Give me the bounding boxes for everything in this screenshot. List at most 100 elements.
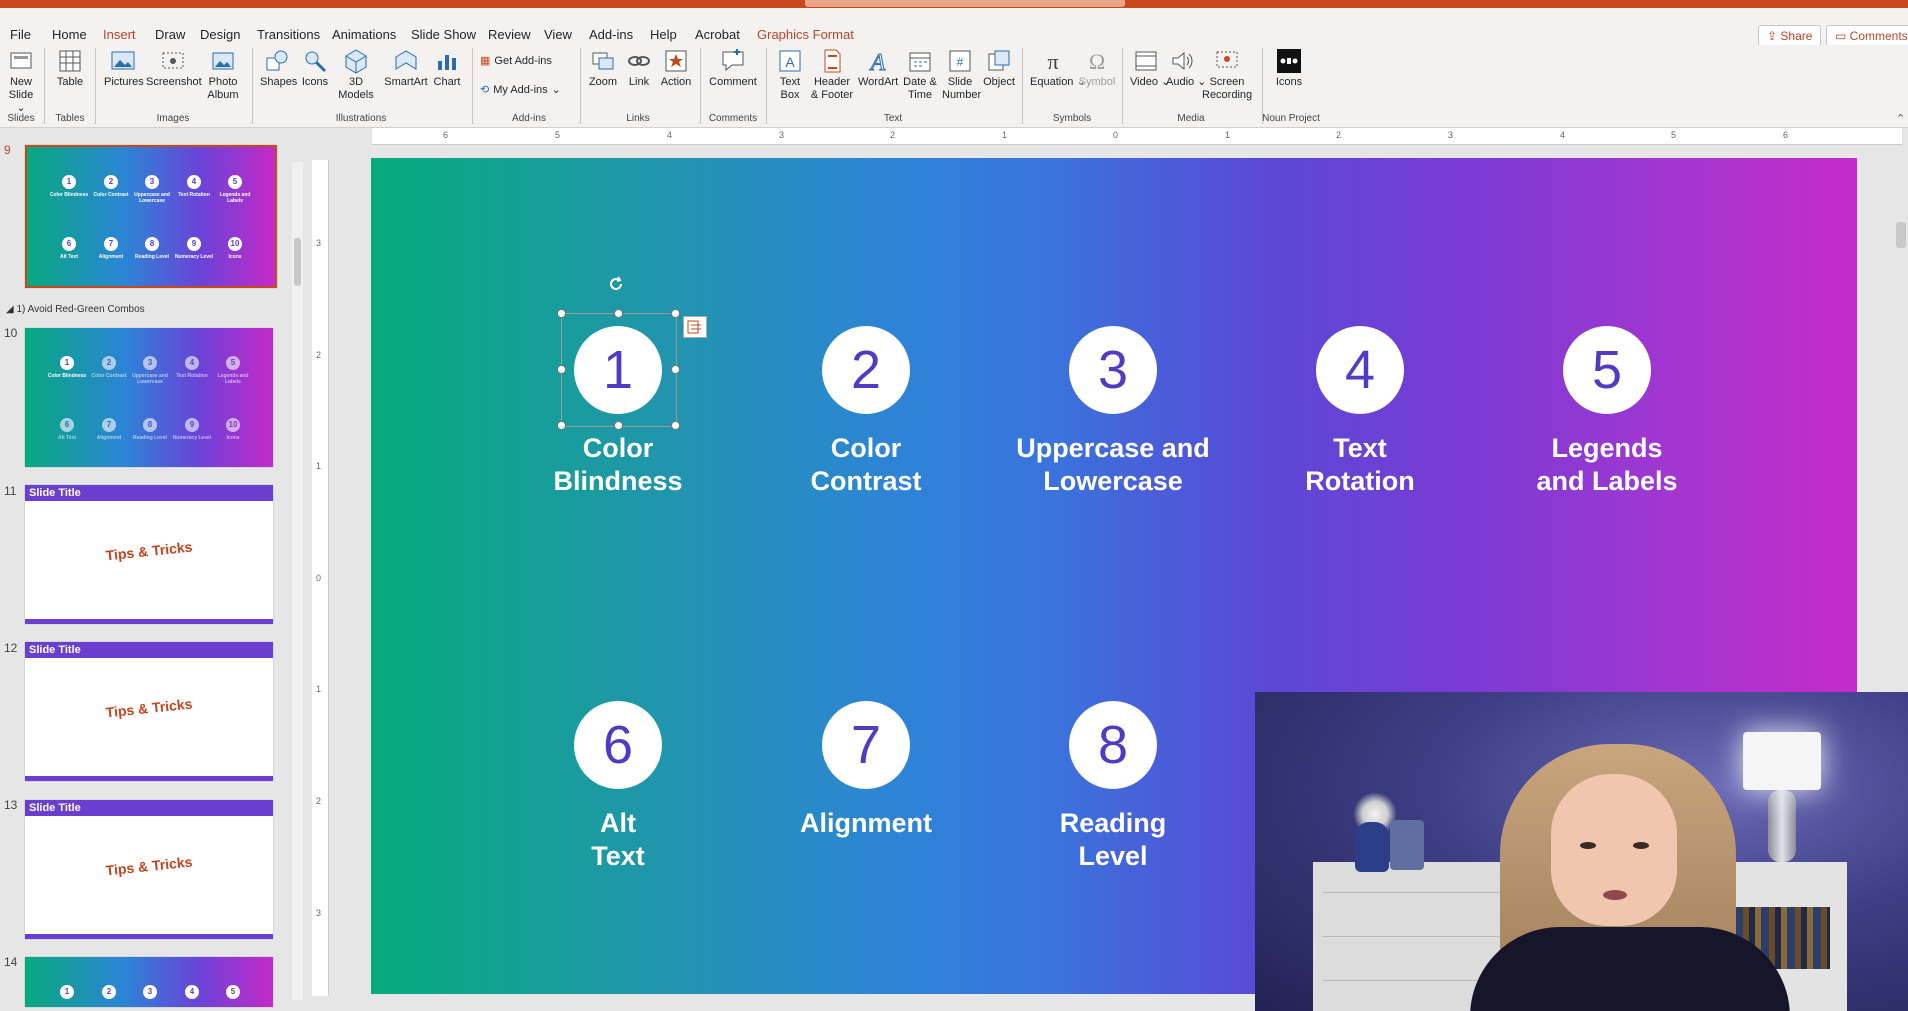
tab-animations[interactable]: Animations bbox=[332, 27, 396, 42]
resize-handle[interactable] bbox=[557, 309, 566, 318]
layout-options-icon[interactable] bbox=[683, 316, 707, 338]
get-add-ins-button[interactable]: ▦ Get Add-ins bbox=[480, 54, 552, 68]
slide-thumbnail-11[interactable]: Slide Title Tips & Tricks bbox=[25, 485, 273, 624]
resize-handle[interactable] bbox=[614, 309, 623, 318]
section-header[interactable]: ◢ 1) Avoid Red-Green Combos bbox=[6, 304, 145, 315]
thumb-dot: 5 bbox=[228, 175, 242, 189]
comments-button[interactable]: ▭ Comments bbox=[1826, 25, 1908, 47]
rotate-handle-icon[interactable] bbox=[608, 276, 624, 292]
item-label-alignment[interactable]: Alignment bbox=[746, 807, 986, 840]
number-circle-5[interactable]: 5 bbox=[1563, 326, 1651, 414]
group-label: Symbols bbox=[1052, 113, 1092, 124]
pictures-button[interactable]: Pictures bbox=[104, 48, 144, 89]
webcam-lamp-shade bbox=[1743, 732, 1821, 790]
smartart-button[interactable]: SmartArt bbox=[384, 48, 428, 89]
slide-thumbnail-12[interactable]: Slide Title Tips & Tricks bbox=[25, 642, 273, 781]
object-button[interactable]: Object bbox=[982, 48, 1016, 89]
date-time-button[interactable]: Date & Time bbox=[902, 48, 938, 102]
item-label-uppercase-lowercase[interactable]: Uppercase and Lowercase bbox=[993, 432, 1233, 498]
resize-handle[interactable] bbox=[557, 421, 566, 430]
shapes-button[interactable]: Shapes bbox=[260, 48, 297, 89]
video-button[interactable]: Video ⌄ bbox=[1130, 48, 1170, 89]
video-icon bbox=[1135, 51, 1157, 71]
action-button[interactable]: Action bbox=[659, 48, 693, 89]
item-label-color-blindness[interactable]: Color Blindness bbox=[498, 432, 738, 498]
audio-button[interactable]: Audio ⌄ bbox=[1166, 48, 1206, 89]
number-circle-4[interactable]: 4 bbox=[1316, 326, 1404, 414]
resize-handle[interactable] bbox=[614, 421, 623, 430]
screenshot-icon bbox=[162, 52, 184, 69]
resize-handle[interactable] bbox=[671, 309, 680, 318]
table-button[interactable]: Table bbox=[54, 48, 86, 89]
editor-scrollbar-thumb[interactable] bbox=[1896, 222, 1906, 248]
shapes-icon bbox=[266, 50, 288, 71]
tab-slide-show[interactable]: Slide Show bbox=[411, 27, 476, 42]
thumb-label: Legends and Labels bbox=[217, 373, 249, 385]
webcam-person-eye bbox=[1580, 842, 1596, 849]
slide-thumbnail-13[interactable]: Slide Title Tips & Tricks bbox=[25, 800, 273, 939]
slide-thumbnail-14[interactable]: 1 2 3 4 5 bbox=[25, 957, 273, 1007]
tab-graphics-format[interactable]: Graphics Format bbox=[757, 27, 854, 42]
item-label-alt-text[interactable]: Alt Text bbox=[498, 807, 738, 873]
icons-button[interactable]: Icons bbox=[300, 48, 330, 89]
tab-design[interactable]: Design bbox=[200, 27, 240, 42]
webcam-person-mouth bbox=[1603, 890, 1627, 900]
tab-transitions[interactable]: Transitions bbox=[257, 27, 320, 42]
scroll-thumb[interactable] bbox=[294, 238, 301, 286]
number-circle-7[interactable]: 7 bbox=[822, 701, 910, 789]
noun-project-icons-button[interactable]: Icons bbox=[1272, 48, 1306, 89]
collapse-ribbon-icon[interactable]: ⌃ bbox=[1896, 112, 1905, 125]
thumb-label: Uppercase and Lowercase bbox=[132, 373, 168, 385]
slide-number-button[interactable]: # Slide Number bbox=[942, 48, 981, 102]
tab-help[interactable]: Help bbox=[650, 27, 677, 42]
item-label-legends-labels[interactable]: Legends and Labels bbox=[1487, 432, 1727, 498]
selection-box[interactable] bbox=[561, 313, 677, 427]
new-slide-button[interactable]: New Slide ⌄ bbox=[4, 48, 38, 115]
header-footer-button[interactable]: Header & Footer bbox=[810, 48, 854, 102]
chart-button[interactable]: Chart bbox=[432, 48, 462, 89]
slide-thumbnail-10[interactable]: 1 2 3 4 5 Color Blindness Color Contrast… bbox=[25, 328, 273, 467]
link-button[interactable]: Link bbox=[624, 48, 654, 89]
resize-handle[interactable] bbox=[557, 365, 566, 374]
tab-view[interactable]: View bbox=[544, 27, 572, 42]
screen-recording-button[interactable]: Screen Recording bbox=[1202, 48, 1252, 102]
slide-number: 14 bbox=[4, 955, 18, 969]
icons-icon bbox=[305, 51, 327, 73]
symbol-button[interactable]: Ω Symbol bbox=[1078, 48, 1116, 89]
item-label-color-contrast[interactable]: Color Contrast bbox=[746, 432, 986, 498]
item-label-reading-level[interactable]: Reading Level bbox=[993, 807, 1233, 873]
separator bbox=[472, 48, 473, 124]
svg-text:A: A bbox=[869, 50, 886, 74]
tab-insert[interactable]: Insert bbox=[103, 27, 136, 48]
thumb-dot: 1 bbox=[60, 356, 74, 370]
resize-handle[interactable] bbox=[671, 421, 680, 430]
group-label: Comments bbox=[708, 113, 758, 124]
thumbnail-scrollbar[interactable] bbox=[292, 162, 303, 1000]
item-label-text-rotation[interactable]: Text Rotation bbox=[1240, 432, 1480, 498]
chevron-down-icon: ⌄ bbox=[551, 84, 561, 96]
screenshot-button[interactable]: Screenshot bbox=[146, 48, 202, 89]
tab-acrobat[interactable]: Acrobat bbox=[695, 27, 740, 42]
tab-review[interactable]: Review bbox=[488, 27, 531, 42]
tab-file[interactable]: File bbox=[10, 27, 31, 42]
number-circle-3[interactable]: 3 bbox=[1069, 326, 1157, 414]
zoom-button[interactable]: Zoom bbox=[588, 48, 618, 89]
3d-models-button[interactable]: 3D Models bbox=[336, 48, 376, 102]
number-circle-8[interactable]: 8 bbox=[1069, 701, 1157, 789]
share-button[interactable]: ⇪ Share bbox=[1758, 25, 1822, 47]
comment-button[interactable]: Comment bbox=[708, 48, 758, 89]
tab-home[interactable]: Home bbox=[52, 27, 87, 42]
text-box-button[interactable]: A Text Box bbox=[776, 48, 804, 102]
my-add-ins-button[interactable]: ⟲ My Add-ins ⌄ bbox=[480, 83, 561, 97]
photo-album-button[interactable]: Photo Album bbox=[206, 48, 240, 102]
number-circle-6[interactable]: 6 bbox=[574, 701, 662, 789]
equation-button[interactable]: π Equation ⌄ bbox=[1030, 48, 1086, 89]
number-circle-2[interactable]: 2 bbox=[822, 326, 910, 414]
search-box[interactable] bbox=[805, 0, 1125, 7]
resize-handle[interactable] bbox=[671, 365, 680, 374]
tab-draw[interactable]: Draw bbox=[155, 27, 185, 42]
wordart-button[interactable]: A WordArt bbox=[858, 48, 898, 89]
tab-add-ins[interactable]: Add-ins bbox=[589, 27, 633, 42]
separator bbox=[252, 48, 253, 124]
slide-thumbnail-9[interactable]: 1 2 3 4 5 Color Blindness Color Contrast… bbox=[25, 145, 277, 288]
